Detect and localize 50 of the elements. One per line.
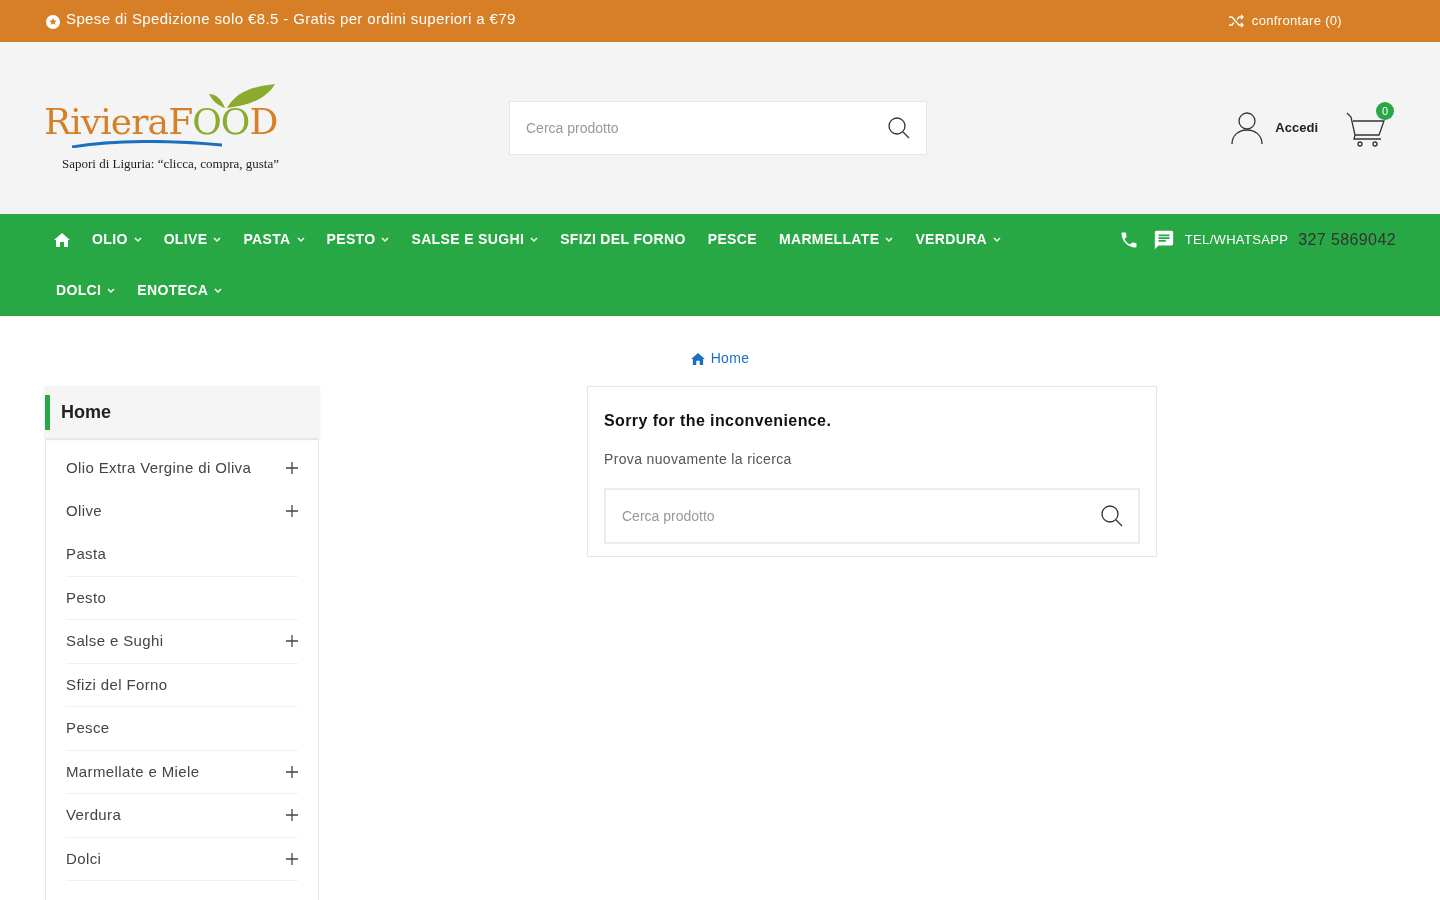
- nav-menu-item[interactable]: OLIO: [92, 214, 164, 265]
- home-icon[interactable]: [54, 232, 70, 247]
- user-icon: [1231, 111, 1264, 145]
- category-link[interactable]: Sfizi del Forno: [66, 673, 168, 696]
- plus-icon[interactable]: [286, 765, 298, 778]
- nav-menu-item[interactable]: OLIVE: [163, 214, 244, 265]
- category-link[interactable]: Pesce: [66, 717, 110, 740]
- nav-menu-item[interactable]: PESCE: [707, 214, 779, 265]
- nav-menu-item[interactable]: PASTA: [243, 214, 327, 265]
- plus-icon[interactable]: [286, 852, 298, 865]
- nav-menu-item[interactable]: ENOTECA: [137, 265, 245, 316]
- logo-tagline: Sapori di Liguria: “clicca, compra, gusta”: [62, 155, 279, 174]
- plus-icon[interactable]: [286, 505, 298, 518]
- notice-message: Prova nuovamente la ricerca: [604, 450, 793, 469]
- phone-number: 327 5869042: [1298, 229, 1396, 250]
- sidebar-title: Home: [61, 400, 111, 424]
- category-link[interactable]: Pesto: [66, 586, 107, 609]
- home-icon: [690, 352, 705, 365]
- logo[interactable]: RivieraFOOD Sapori di Liguria: “clicca, compra, gusta”: [44, 82, 304, 174]
- nav-menu-item[interactable]: MARMELLATE: [778, 214, 916, 265]
- search-field[interactable]: Cerca prodotto: [509, 101, 927, 155]
- logo-wordmark: RivieraFOOD: [44, 104, 278, 141]
- nav-menu-item[interactable]: DOLCI: [54, 265, 138, 316]
- category-link[interactable]: Olive: [66, 500, 103, 523]
- category-link[interactable]: Olio Extra Vergine di Oliva: [66, 456, 252, 479]
- nav-menu-item[interactable]: PESTO: [326, 214, 412, 265]
- chat-icon: [1152, 228, 1175, 251]
- category-link[interactable]: Salse e Sughi: [66, 630, 164, 653]
- notice-title: Sorry for the inconvenience.: [604, 411, 833, 431]
- plus-icon[interactable]: [286, 461, 298, 474]
- login-link[interactable]: Accedi: [1231, 111, 1318, 145]
- search-icon[interactable]: [1100, 504, 1124, 528]
- category-link[interactable]: Pasta: [66, 543, 107, 566]
- search-icon[interactable]: [887, 116, 911, 140]
- shipping-notice: Spese di Spedizione solo €8.5 - Gratis per ordini superiori a €79: [66, 8, 516, 29]
- nav-menu-item[interactable]: SFIZI DEL FORNO: [560, 214, 708, 265]
- plus-icon[interactable]: [286, 635, 298, 648]
- plus-icon[interactable]: [286, 809, 298, 822]
- category-link[interactable]: Verdura: [66, 804, 122, 827]
- contact-label: TEL/WHATSAPP: [1184, 230, 1289, 249]
- category-link[interactable]: Marmellate e Miele: [66, 760, 200, 783]
- nav-menu-item[interactable]: VERDURA: [915, 214, 1024, 265]
- shuffle-icon: [1227, 14, 1244, 28]
- nav-menu-item[interactable]: SALSE E SUGHI: [411, 214, 561, 265]
- category-link[interactable]: Dolci: [66, 847, 102, 870]
- search-field[interactable]: Cerca prodotto: [604, 488, 1140, 544]
- cart-count-badge: 0: [1376, 102, 1394, 120]
- compare-link[interactable]: confrontare (0): [1227, 11, 1342, 31]
- breadcrumb-link[interactable]: Home: [690, 348, 750, 369]
- star-badge-icon: [46, 15, 60, 29]
